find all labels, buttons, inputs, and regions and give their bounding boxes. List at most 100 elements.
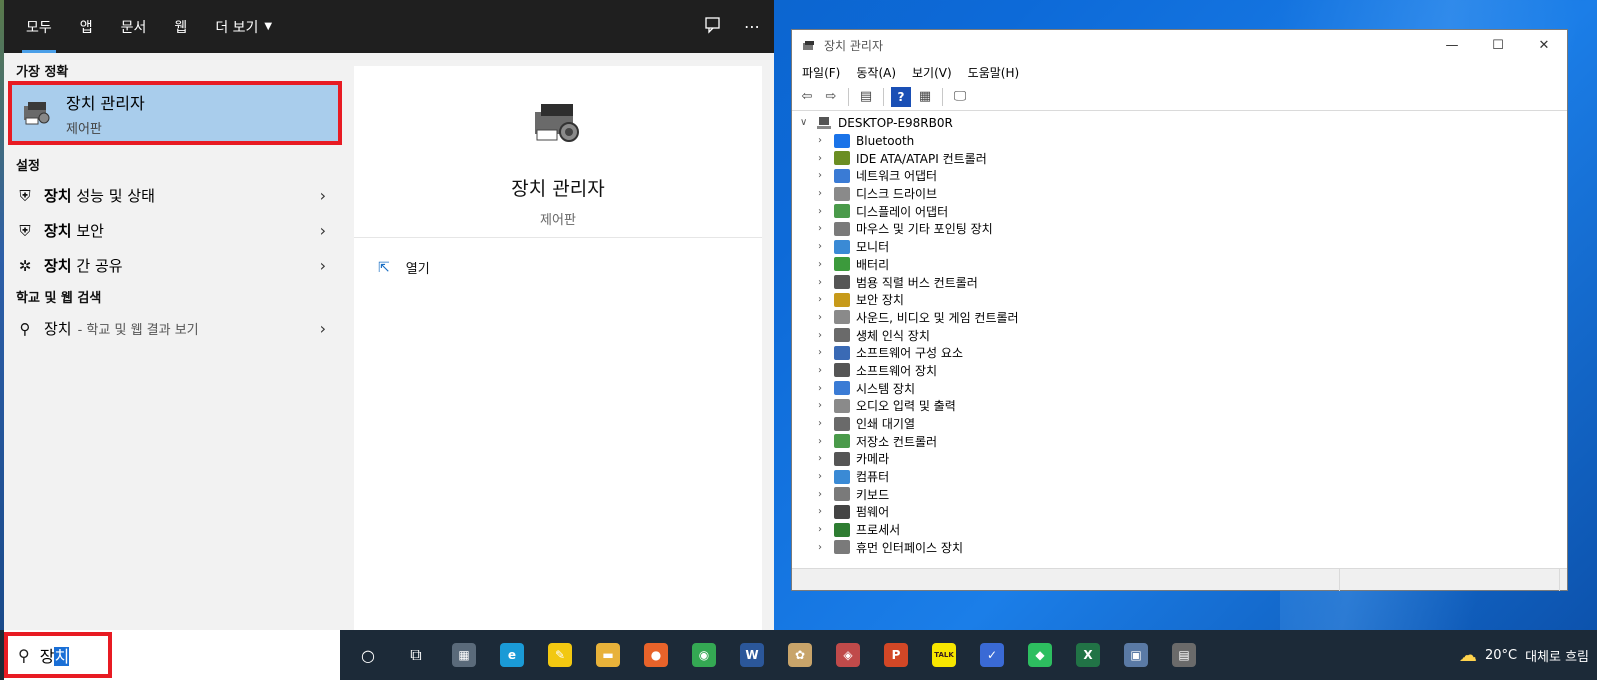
best-match-result[interactable]: 장치 관리자 제어판 — [8, 81, 342, 145]
tree-node[interactable]: › Bluetooth — [792, 132, 1567, 150]
taskbar-app[interactable]: W — [728, 630, 776, 680]
tree-node[interactable]: › 네트워크 어댑터 — [792, 167, 1567, 185]
taskbar-app[interactable]: P — [872, 630, 920, 680]
tab-web[interactable]: 웹 — [160, 0, 201, 53]
properties-icon[interactable]: ▤ — [856, 87, 876, 107]
tree-node[interactable]: › IDE ATA/ATAPI 컨트롤러 — [792, 149, 1567, 167]
tree-node[interactable]: › 오디오 입력 및 출력 — [792, 397, 1567, 415]
expand-icon[interactable]: › — [818, 471, 832, 482]
settings-item-device-security[interactable]: ⛨ 장치 보안 › — [4, 213, 344, 248]
more-options-icon[interactable]: ⋯ — [744, 17, 760, 36]
help-icon[interactable]: ? — [891, 86, 911, 107]
expand-icon[interactable]: ∨ — [800, 117, 814, 128]
feedback-icon[interactable] — [704, 16, 722, 38]
expand-icon[interactable]: › — [818, 259, 832, 270]
forward-icon[interactable]: ⇨ — [821, 87, 841, 107]
expand-icon[interactable]: › — [818, 365, 832, 376]
expand-icon[interactable]: › — [818, 542, 832, 553]
taskbar-app[interactable]: ● — [632, 630, 680, 680]
tree-node[interactable]: › 사운드, 비디오 및 게임 컨트롤러 — [792, 309, 1567, 327]
taskbar-app[interactable]: ✿ — [776, 630, 824, 680]
taskbar-app[interactable]: ▣ — [1112, 630, 1160, 680]
tree-node[interactable]: › 펌웨어 — [792, 503, 1567, 521]
menu-action[interactable]: 동작(A) — [856, 64, 896, 81]
expand-icon[interactable]: › — [818, 135, 832, 146]
taskbar-app[interactable]: ▤ — [1160, 630, 1208, 680]
expand-icon[interactable]: › — [818, 206, 832, 217]
tree-node[interactable]: › 키보드 — [792, 485, 1567, 503]
minimize-icon[interactable]: — — [1429, 30, 1475, 61]
tree-node[interactable]: › 배터리 — [792, 256, 1567, 274]
temperature[interactable]: 20°C — [1485, 648, 1517, 663]
menu-help[interactable]: 도움말(H) — [968, 64, 1020, 81]
taskbar-app[interactable]: ✓ — [968, 630, 1016, 680]
chevron-right-icon[interactable]: › — [320, 319, 326, 338]
tab-all[interactable]: 모두 — [12, 0, 66, 53]
tree-node[interactable]: › 범용 직렬 버스 컨트롤러 — [792, 273, 1567, 291]
expand-icon[interactable]: › — [818, 170, 832, 181]
tree-node[interactable]: › 프로세서 — [792, 521, 1567, 539]
chevron-right-icon[interactable]: › — [320, 186, 326, 205]
back-icon[interactable]: ⇦ — [797, 87, 817, 107]
menu-file[interactable]: 파일(F) — [802, 64, 840, 81]
expand-icon[interactable]: › — [818, 241, 832, 252]
expand-icon[interactable]: › — [818, 524, 832, 535]
expand-icon[interactable]: › — [818, 453, 832, 464]
taskbar-app[interactable]: ▦ — [440, 630, 488, 680]
expand-icon[interactable]: › — [818, 506, 832, 517]
taskbar-app[interactable]: ◈ — [824, 630, 872, 680]
menu-view[interactable]: 보기(V) — [912, 64, 952, 81]
taskbar-app[interactable]: TALK — [920, 630, 968, 680]
tree-node[interactable]: › 디스크 드라이브 — [792, 185, 1567, 203]
expand-icon[interactable]: › — [818, 418, 832, 429]
tab-more[interactable]: 더 보기 ▼ — [201, 0, 286, 53]
settings-item-device-health[interactable]: ⛨ 장치 성능 및 상태 › — [4, 178, 344, 213]
weather-text[interactable]: 대체로 흐림 — [1525, 646, 1589, 665]
tree-node[interactable]: › 소프트웨어 구성 요소 — [792, 344, 1567, 362]
chevron-right-icon[interactable]: › — [320, 256, 326, 275]
tree-root[interactable]: ∨ DESKTOP-E98RB0R — [792, 114, 1567, 132]
taskbar-app[interactable]: ◆ — [1016, 630, 1064, 680]
scan-hardware-icon[interactable]: 🖵 — [950, 87, 970, 107]
expand-icon[interactable]: › — [818, 294, 832, 305]
details-icon[interactable]: ▦ — [915, 87, 935, 107]
taskbar-app[interactable]: ◉ — [680, 630, 728, 680]
expand-icon[interactable]: › — [818, 312, 832, 323]
close-icon[interactable]: ✕ — [1521, 30, 1567, 61]
tree-node[interactable]: › 저장소 컨트롤러 — [792, 432, 1567, 450]
taskbar-app[interactable]: ⧉ — [392, 630, 440, 680]
tree-node[interactable]: › 생체 인식 장치 — [792, 326, 1567, 344]
maximize-icon[interactable]: ☐ — [1475, 30, 1521, 61]
tree-node[interactable]: › 모니터 — [792, 238, 1567, 256]
expand-icon[interactable]: › — [818, 383, 832, 394]
tab-documents[interactable]: 문서 — [107, 0, 161, 53]
tree-node[interactable]: › 소프트웨어 장치 — [792, 362, 1567, 380]
expand-icon[interactable]: › — [818, 277, 832, 288]
taskbar-app[interactable]: ▬ — [584, 630, 632, 680]
tree-node[interactable]: › 시스템 장치 — [792, 379, 1567, 397]
chevron-right-icon[interactable]: › — [320, 221, 326, 240]
tree-node[interactable]: › 휴먼 인터페이스 장치 — [792, 539, 1567, 557]
web-search-item[interactable]: ⚲ 장치 - 학교 및 웹 결과 보기 › — [4, 311, 344, 346]
expand-icon[interactable]: › — [818, 223, 832, 234]
tree-node[interactable]: › 마우스 및 기타 포인팅 장치 — [792, 220, 1567, 238]
open-action[interactable]: ⇱ 열기 — [354, 238, 762, 278]
expand-icon[interactable]: › — [818, 400, 832, 411]
expand-icon[interactable]: › — [818, 489, 832, 500]
tree-node[interactable]: › 카메라 — [792, 450, 1567, 468]
weather-icon[interactable]: ☁ — [1459, 645, 1477, 666]
expand-icon[interactable]: › — [818, 330, 832, 341]
title-bar[interactable]: 장치 관리자 — ☐ ✕ — [792, 30, 1567, 61]
expand-icon[interactable]: › — [818, 188, 832, 199]
tab-apps[interactable]: 앱 — [66, 0, 107, 53]
taskbar-app[interactable]: e — [488, 630, 536, 680]
expand-icon[interactable]: › — [818, 153, 832, 164]
tree-node[interactable]: › 컴퓨터 — [792, 468, 1567, 486]
taskbar-app[interactable]: X — [1064, 630, 1112, 680]
tree-node[interactable]: › 인쇄 대기열 — [792, 415, 1567, 433]
taskbar-app[interactable]: ○ — [344, 630, 392, 680]
taskbar-app[interactable]: ✎ — [536, 630, 584, 680]
tree-node[interactable]: › 디스플레이 어댑터 — [792, 202, 1567, 220]
taskbar-search-box[interactable]: ⚲ 장치 — [4, 630, 340, 680]
settings-item-device-sharing[interactable]: ✲ 장치 간 공유 › — [4, 248, 344, 283]
